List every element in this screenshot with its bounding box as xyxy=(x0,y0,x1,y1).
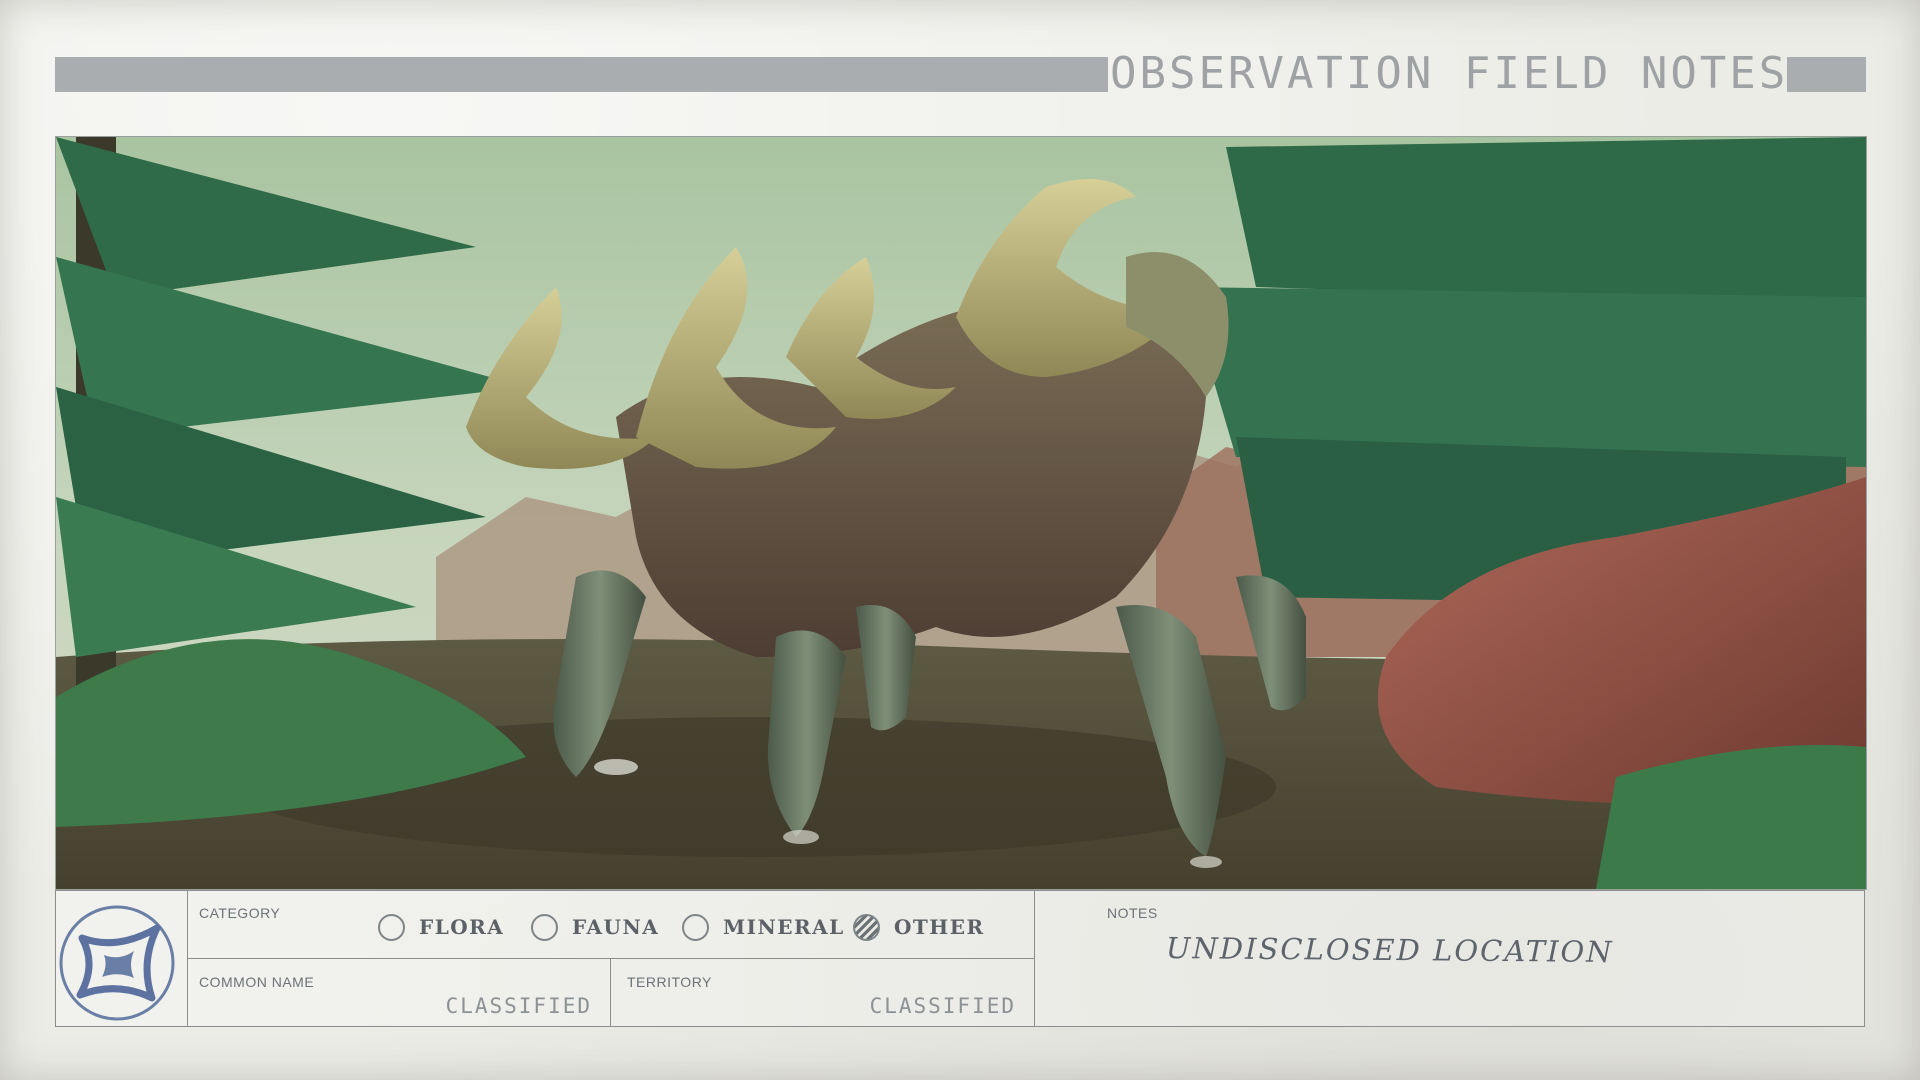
territory-field: TERRITORY CLASSIFIED xyxy=(611,959,1035,1026)
page-title: OBSERVATION FIELD NOTES xyxy=(1110,48,1789,99)
category-option-other[interactable]: OTHER xyxy=(853,911,985,943)
category-field: CATEGORY FLORA FAUNA MINERAL OTHER xyxy=(188,891,1035,959)
other-label: OTHER xyxy=(894,915,985,939)
notes-label: NOTES xyxy=(1107,905,1158,921)
header-bar-right xyxy=(1787,57,1866,92)
photo-illustration xyxy=(56,137,1866,889)
observation-photo xyxy=(55,136,1867,890)
other-radio[interactable] xyxy=(853,913,880,941)
territory-label: TERRITORY xyxy=(627,974,712,990)
fauna-radio[interactable] xyxy=(531,913,558,941)
observation-form: CATEGORY FLORA FAUNA MINERAL OTHER COMMO… xyxy=(55,890,1865,1027)
starburst-emblem-icon xyxy=(59,905,175,1021)
header-bar-left xyxy=(55,57,1108,92)
flora-radio[interactable] xyxy=(378,913,405,941)
mineral-label: MINERAL xyxy=(723,915,845,939)
logo-cell xyxy=(56,891,188,1026)
notes-field: NOTES UNDISCLOSED LOCATION xyxy=(1035,891,1864,1026)
flora-label: FLORA xyxy=(419,915,505,939)
category-label: CATEGORY xyxy=(199,905,281,921)
common-name-value: CLASSIFIED xyxy=(445,994,592,1018)
fauna-label: FAUNA xyxy=(572,915,660,939)
category-option-flora[interactable]: FLORA xyxy=(378,911,504,943)
mineral-radio[interactable] xyxy=(682,913,709,941)
common-name-label: COMMON NAME xyxy=(199,974,315,990)
common-name-field: COMMON NAME CLASSIFIED xyxy=(188,959,611,1026)
category-option-mineral[interactable]: MINERAL xyxy=(682,911,845,943)
field-notes-card: OBSERVATION FIELD NOTES CATEGORY FLORA F… xyxy=(0,0,1920,1080)
territory-value: CLASSIFIED xyxy=(869,994,1016,1018)
notes-value: UNDISCLOSED LOCATION xyxy=(1165,931,1614,969)
category-option-fauna[interactable]: FAUNA xyxy=(531,911,659,943)
